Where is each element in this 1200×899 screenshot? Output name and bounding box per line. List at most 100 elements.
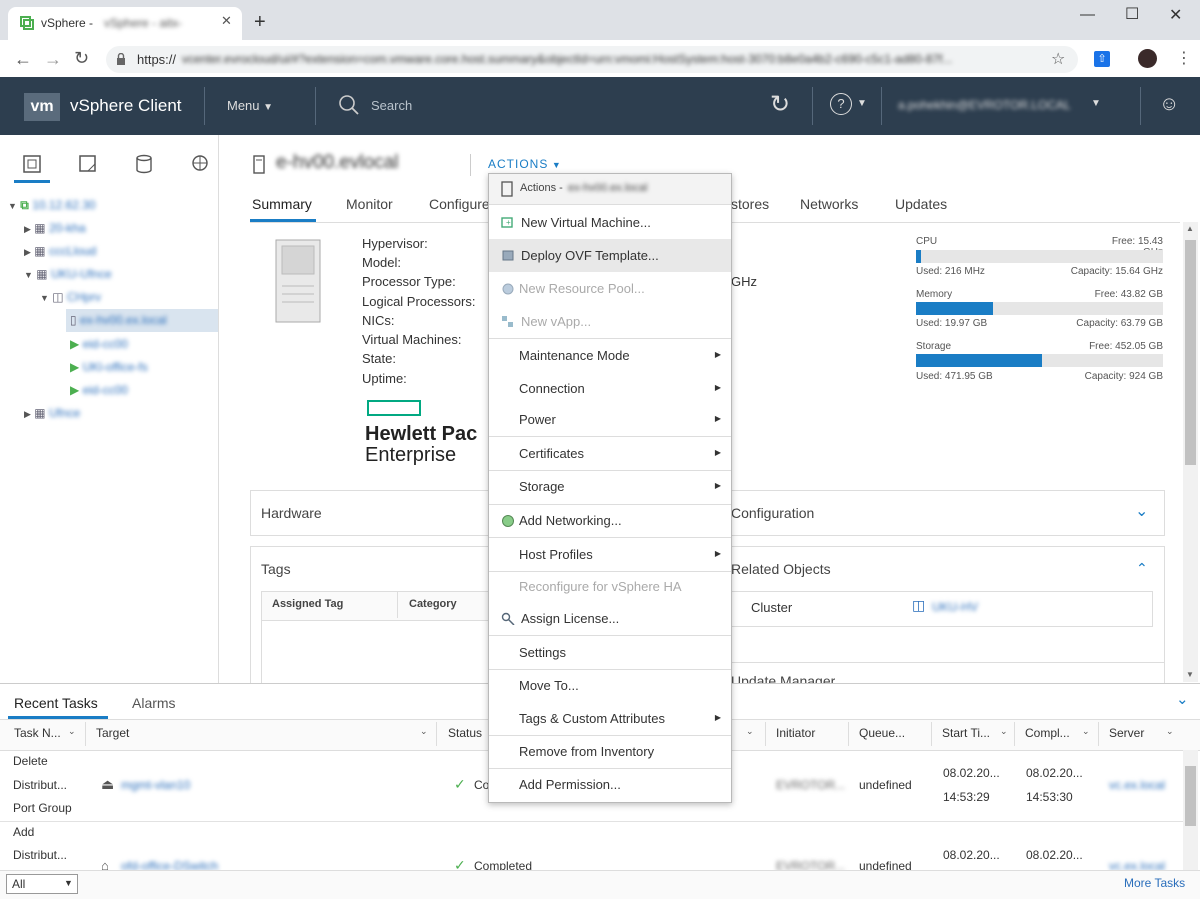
task-filter-select[interactable]: All ▼ — [6, 874, 78, 894]
col-completion[interactable]: Compl... — [1025, 726, 1070, 740]
tab-recent-tasks[interactable]: Recent Tasks — [14, 695, 98, 711]
extension-icon[interactable]: ⇧ — [1094, 51, 1110, 67]
cluster-link[interactable]: UKU-HV — [932, 600, 978, 614]
menu-item-settings[interactable]: Settings — [489, 636, 731, 669]
tasks-scrollbar-thumb[interactable] — [1185, 766, 1196, 826]
task-server-link[interactable]: vc.ex.local — [1109, 778, 1165, 792]
tree-node-vm[interactable]: ▶ eid-cc00 — [70, 380, 128, 400]
filter-chevron-icon[interactable]: ⌄ — [68, 726, 76, 737]
tree-node-cluster[interactable]: ▼ ◫ CHprv — [40, 287, 101, 307]
menu-item-move-to[interactable]: Move To... — [489, 670, 731, 703]
tab-updates[interactable]: Updates — [895, 196, 947, 212]
col-queued[interactable]: Queue... — [859, 726, 905, 740]
help-icon[interactable]: ? — [830, 93, 852, 115]
new-tab-button[interactable]: + — [254, 11, 266, 34]
help-chevron-icon[interactable]: ▼ — [857, 98, 867, 109]
networking-icon[interactable] — [190, 154, 210, 174]
global-search-input[interactable]: Search — [371, 98, 412, 113]
col-start-time[interactable]: Start Ti... — [942, 726, 990, 740]
menu-item-tags-attributes[interactable]: Tags & Custom Attributes ▶ — [489, 703, 731, 735]
address-bar[interactable]: https:// vcenter.evrocloud/ui/#?extensio… — [106, 46, 1078, 73]
more-tasks-link[interactable]: More Tasks — [1124, 876, 1185, 890]
col-assigned-tag[interactable]: Assigned Tag — [272, 598, 343, 610]
browser-tab[interactable]: vSphere - vSphere - aitx-hv03.ex.local -… — [8, 7, 242, 40]
collapse-tasks-icon[interactable]: ⌄ — [1176, 690, 1189, 708]
menu-item-remove-inventory[interactable]: Remove from Inventory — [489, 736, 731, 768]
menu-item-add-networking[interactable]: Add Networking... — [489, 505, 731, 537]
vms-templates-icon[interactable] — [78, 154, 98, 174]
menu-item-new-vapp[interactable]: New vApp... — [489, 305, 731, 338]
menu-item-host-profiles[interactable]: Host Profiles ▶ — [489, 538, 731, 571]
tab-monitor[interactable]: Monitor — [346, 196, 393, 212]
menu-dropdown[interactable]: Menu ▼ — [227, 98, 273, 113]
menu-item-new-resource-pool[interactable]: New Resource Pool... — [489, 272, 731, 305]
feedback-smiley-icon[interactable]: ☺ — [1159, 93, 1179, 116]
tree-node-datacenter[interactable]: ▶ ▦ cccLloud — [24, 241, 96, 261]
close-tab-icon[interactable]: ✕ — [221, 13, 232, 29]
expand-chevron-icon[interactable]: ⌄ — [1135, 501, 1148, 521]
storage-icon[interactable] — [134, 154, 154, 174]
hosts-clusters-icon[interactable] — [22, 154, 42, 174]
tree-node-datacenter[interactable]: ▶ ▦ 20-kha — [24, 218, 86, 238]
task-target-link[interactable]: mgmt-vlan10 — [121, 778, 190, 792]
tree-node-vcenter[interactable]: ▼ ⧉ 10.12.62.30 — [8, 195, 96, 215]
col-task-name[interactable]: Task N... — [14, 726, 61, 740]
hardware-panel-title[interactable]: Hardware — [261, 505, 322, 521]
col-status[interactable]: Status — [448, 726, 482, 740]
menu-item-new-vm[interactable]: + New Virtual Machine... — [489, 206, 731, 239]
tree-node-datacenter[interactable]: ▶ ▦ Ufnce — [24, 403, 80, 423]
filter-chevron-icon[interactable]: ⌄ — [420, 726, 428, 737]
actions-button[interactable]: ACTIONS ▼ — [488, 157, 562, 171]
menu-item-maintenance-mode[interactable]: Maintenance Mode ▶ — [489, 339, 731, 372]
tree-node-datacenter[interactable]: ▼ ▦ UKU-Ufnce — [24, 264, 112, 284]
browser-menu-icon[interactable]: ⋮ — [1176, 48, 1192, 68]
maximize-window-button[interactable]: ☐ — [1125, 4, 1139, 24]
forward-icon[interactable]: → — [44, 49, 62, 70]
scroll-down-icon[interactable]: ▼ — [1186, 670, 1194, 679]
close-window-button[interactable]: ✕ — [1169, 5, 1182, 25]
col-category[interactable]: Category — [409, 598, 457, 610]
chevron-right-icon[interactable]: ▶ — [24, 247, 31, 257]
menu-item-deploy-ovf[interactable]: Deploy OVF Template... — [489, 239, 731, 272]
task-target-link[interactable]: ofd-office-DSwitch — [121, 859, 218, 870]
menu-item-reconfigure-ha[interactable]: Reconfigure for vSphere HA — [489, 572, 731, 604]
tree-node-vm[interactable]: ▶ UKl-office-fs — [70, 357, 148, 377]
menu-item-connection[interactable]: Connection ▶ — [489, 372, 731, 404]
col-server[interactable]: Server — [1109, 726, 1144, 740]
menu-item-storage[interactable]: Storage ▶ — [489, 471, 731, 504]
tree-node-vm[interactable]: ▶ eid-cc00 — [70, 334, 128, 354]
scroll-up-icon[interactable]: ▲ — [1186, 224, 1194, 233]
sort-chevron-icon[interactable]: ⌄ — [1000, 726, 1008, 737]
chevron-right-icon[interactable]: ▶ — [24, 224, 31, 234]
chevron-down-icon[interactable]: ▼ — [8, 201, 17, 211]
reload-icon[interactable]: ↻ — [74, 48, 89, 69]
tree-node-host-selected[interactable]: ▯ ex-hv00.ex.local — [70, 310, 167, 330]
tab-summary[interactable]: Summary — [252, 196, 312, 212]
user-chevron-icon[interactable]: ▼ — [1091, 98, 1101, 109]
profile-avatar[interactable] — [1138, 49, 1157, 68]
menu-item-assign-license[interactable]: Assign License... — [489, 604, 731, 635]
chevron-down-icon[interactable]: ▼ — [24, 270, 33, 280]
tab-networks[interactable]: Networks — [800, 196, 858, 212]
menu-item-add-permission[interactable]: Add Permission... — [489, 769, 731, 801]
tab-alarms[interactable]: Alarms — [132, 695, 176, 711]
filter-chevron-icon[interactable]: ⌄ — [1082, 726, 1090, 737]
menu-item-certificates[interactable]: Certificates ▶ — [489, 437, 731, 470]
tab-datastores[interactable]: stores — [731, 196, 769, 212]
filter-chevron-icon[interactable]: ⌄ — [1166, 726, 1174, 737]
bookmark-star-icon[interactable]: ☆ — [1051, 49, 1065, 69]
back-icon[interactable]: ← — [14, 49, 32, 70]
col-target[interactable]: Target — [96, 726, 129, 740]
user-menu[interactable]: a.pohekhin@EVROTOR.LOCAL — [898, 98, 1071, 112]
chevron-right-icon[interactable]: ▶ — [24, 409, 31, 419]
tab-configure[interactable]: Configure — [429, 196, 490, 212]
chevron-down-icon[interactable]: ▼ — [40, 293, 49, 303]
task-server-link[interactable]: vc.ex.local — [1109, 859, 1165, 870]
refresh-icon[interactable]: ↻ — [770, 90, 790, 119]
col-initiator[interactable]: Initiator — [776, 726, 815, 740]
collapse-chevron-icon[interactable]: ⌃ — [1136, 560, 1148, 577]
menu-item-power[interactable]: Power ▶ — [489, 404, 731, 436]
configuration-panel-title[interactable]: Configuration — [731, 505, 814, 521]
filter-chevron-icon[interactable]: ⌄ — [746, 726, 754, 737]
minimize-window-button[interactable]: — — [1080, 6, 1095, 23]
